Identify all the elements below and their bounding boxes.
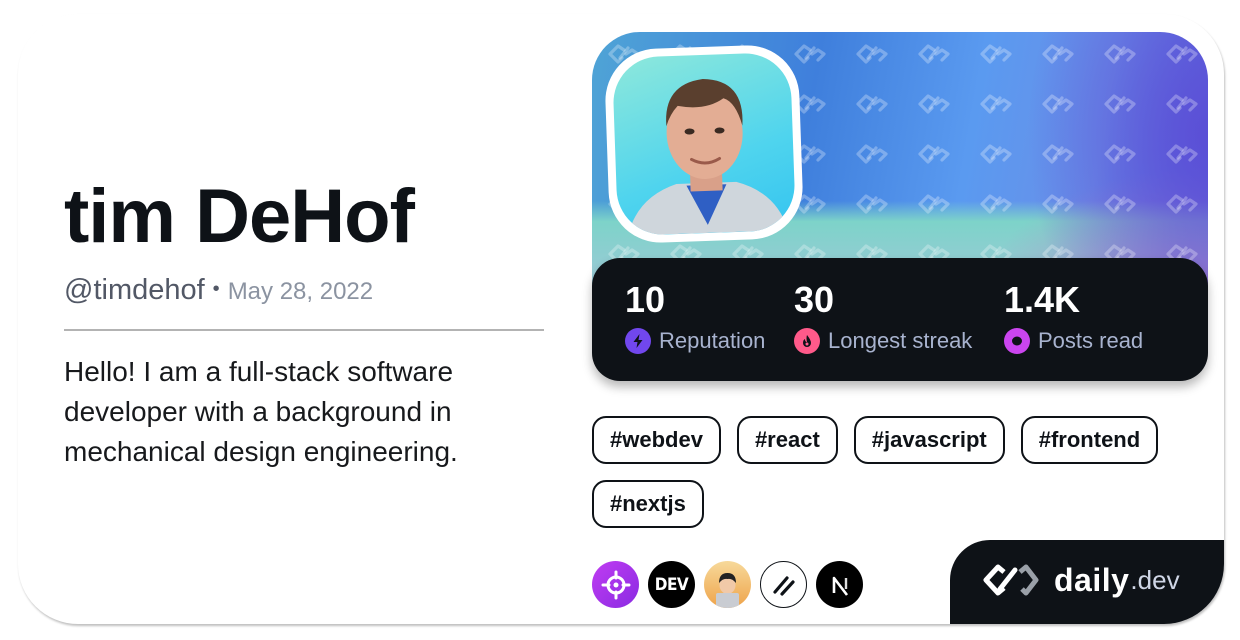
- lightning-icon: [625, 328, 651, 354]
- daily-dev-logo-icon: [983, 564, 1039, 596]
- joined-date: May 28, 2022: [227, 278, 374, 305]
- profile-name: tim DeHof: [64, 174, 415, 259]
- profile-meta: @timdehof • May 28, 2022: [64, 274, 373, 307]
- stat-value: 30: [794, 279, 835, 320]
- stat-value: 10: [625, 279, 666, 320]
- stat-label: Posts read: [1038, 328, 1144, 353]
- double-slash-icon: [772, 575, 795, 596]
- stat-longest-streak: 30 Longest streak: [794, 278, 972, 354]
- avatar-frame: [603, 43, 805, 245]
- memoji-avatar-icon: [716, 573, 739, 608]
- tag-nextjs[interactable]: #nextjs: [592, 480, 704, 528]
- stats-panel: 10 Reputation 30 Longest streak 1.4K Pos…: [592, 258, 1208, 381]
- crosshair-source[interactable]: [592, 561, 639, 608]
- tag-frontend[interactable]: #frontend: [1020, 416, 1159, 464]
- profile-bio: Hello! I am a full-stack software develo…: [64, 356, 458, 467]
- nextjs-source[interactable]: [816, 561, 863, 608]
- dev-icon: DEV: [654, 574, 689, 595]
- tag-javascript[interactable]: #javascript: [853, 416, 1005, 464]
- meta-separator: •: [212, 278, 220, 300]
- slash-source[interactable]: [760, 561, 807, 608]
- avatar: [611, 51, 797, 237]
- daily-dev-logo[interactable]: daily .dev: [982, 560, 1180, 600]
- nextjs-icon: [832, 576, 848, 596]
- source-list: DEV: [592, 561, 863, 608]
- tag-webdev[interactable]: #webdev: [592, 416, 721, 464]
- brand-daily: daily: [1054, 561, 1130, 598]
- dev-to-source[interactable]: DEV: [648, 561, 695, 608]
- stat-label: Longest streak: [828, 328, 973, 353]
- tag-react[interactable]: #react: [736, 416, 838, 464]
- profile-handle: @timdehof: [64, 274, 205, 306]
- divider: [64, 329, 544, 331]
- flame-icon: [794, 328, 820, 354]
- stat-label: Reputation: [659, 328, 766, 353]
- stat-value: 1.4K: [1004, 279, 1081, 320]
- ring-icon: [1004, 328, 1030, 354]
- brand-footer: daily .dev: [950, 540, 1224, 624]
- dessquad-source[interactable]: [704, 561, 751, 608]
- tag-list: #webdev #react #javascript #frontend #ne…: [592, 416, 1212, 528]
- stat-posts-read: 1.4K Posts read: [1004, 278, 1143, 354]
- brand-dev: .dev: [1130, 564, 1180, 595]
- profile-photo: [628, 79, 789, 236]
- stat-reputation: 10 Reputation: [625, 278, 765, 354]
- crosshair-icon: [601, 570, 630, 599]
